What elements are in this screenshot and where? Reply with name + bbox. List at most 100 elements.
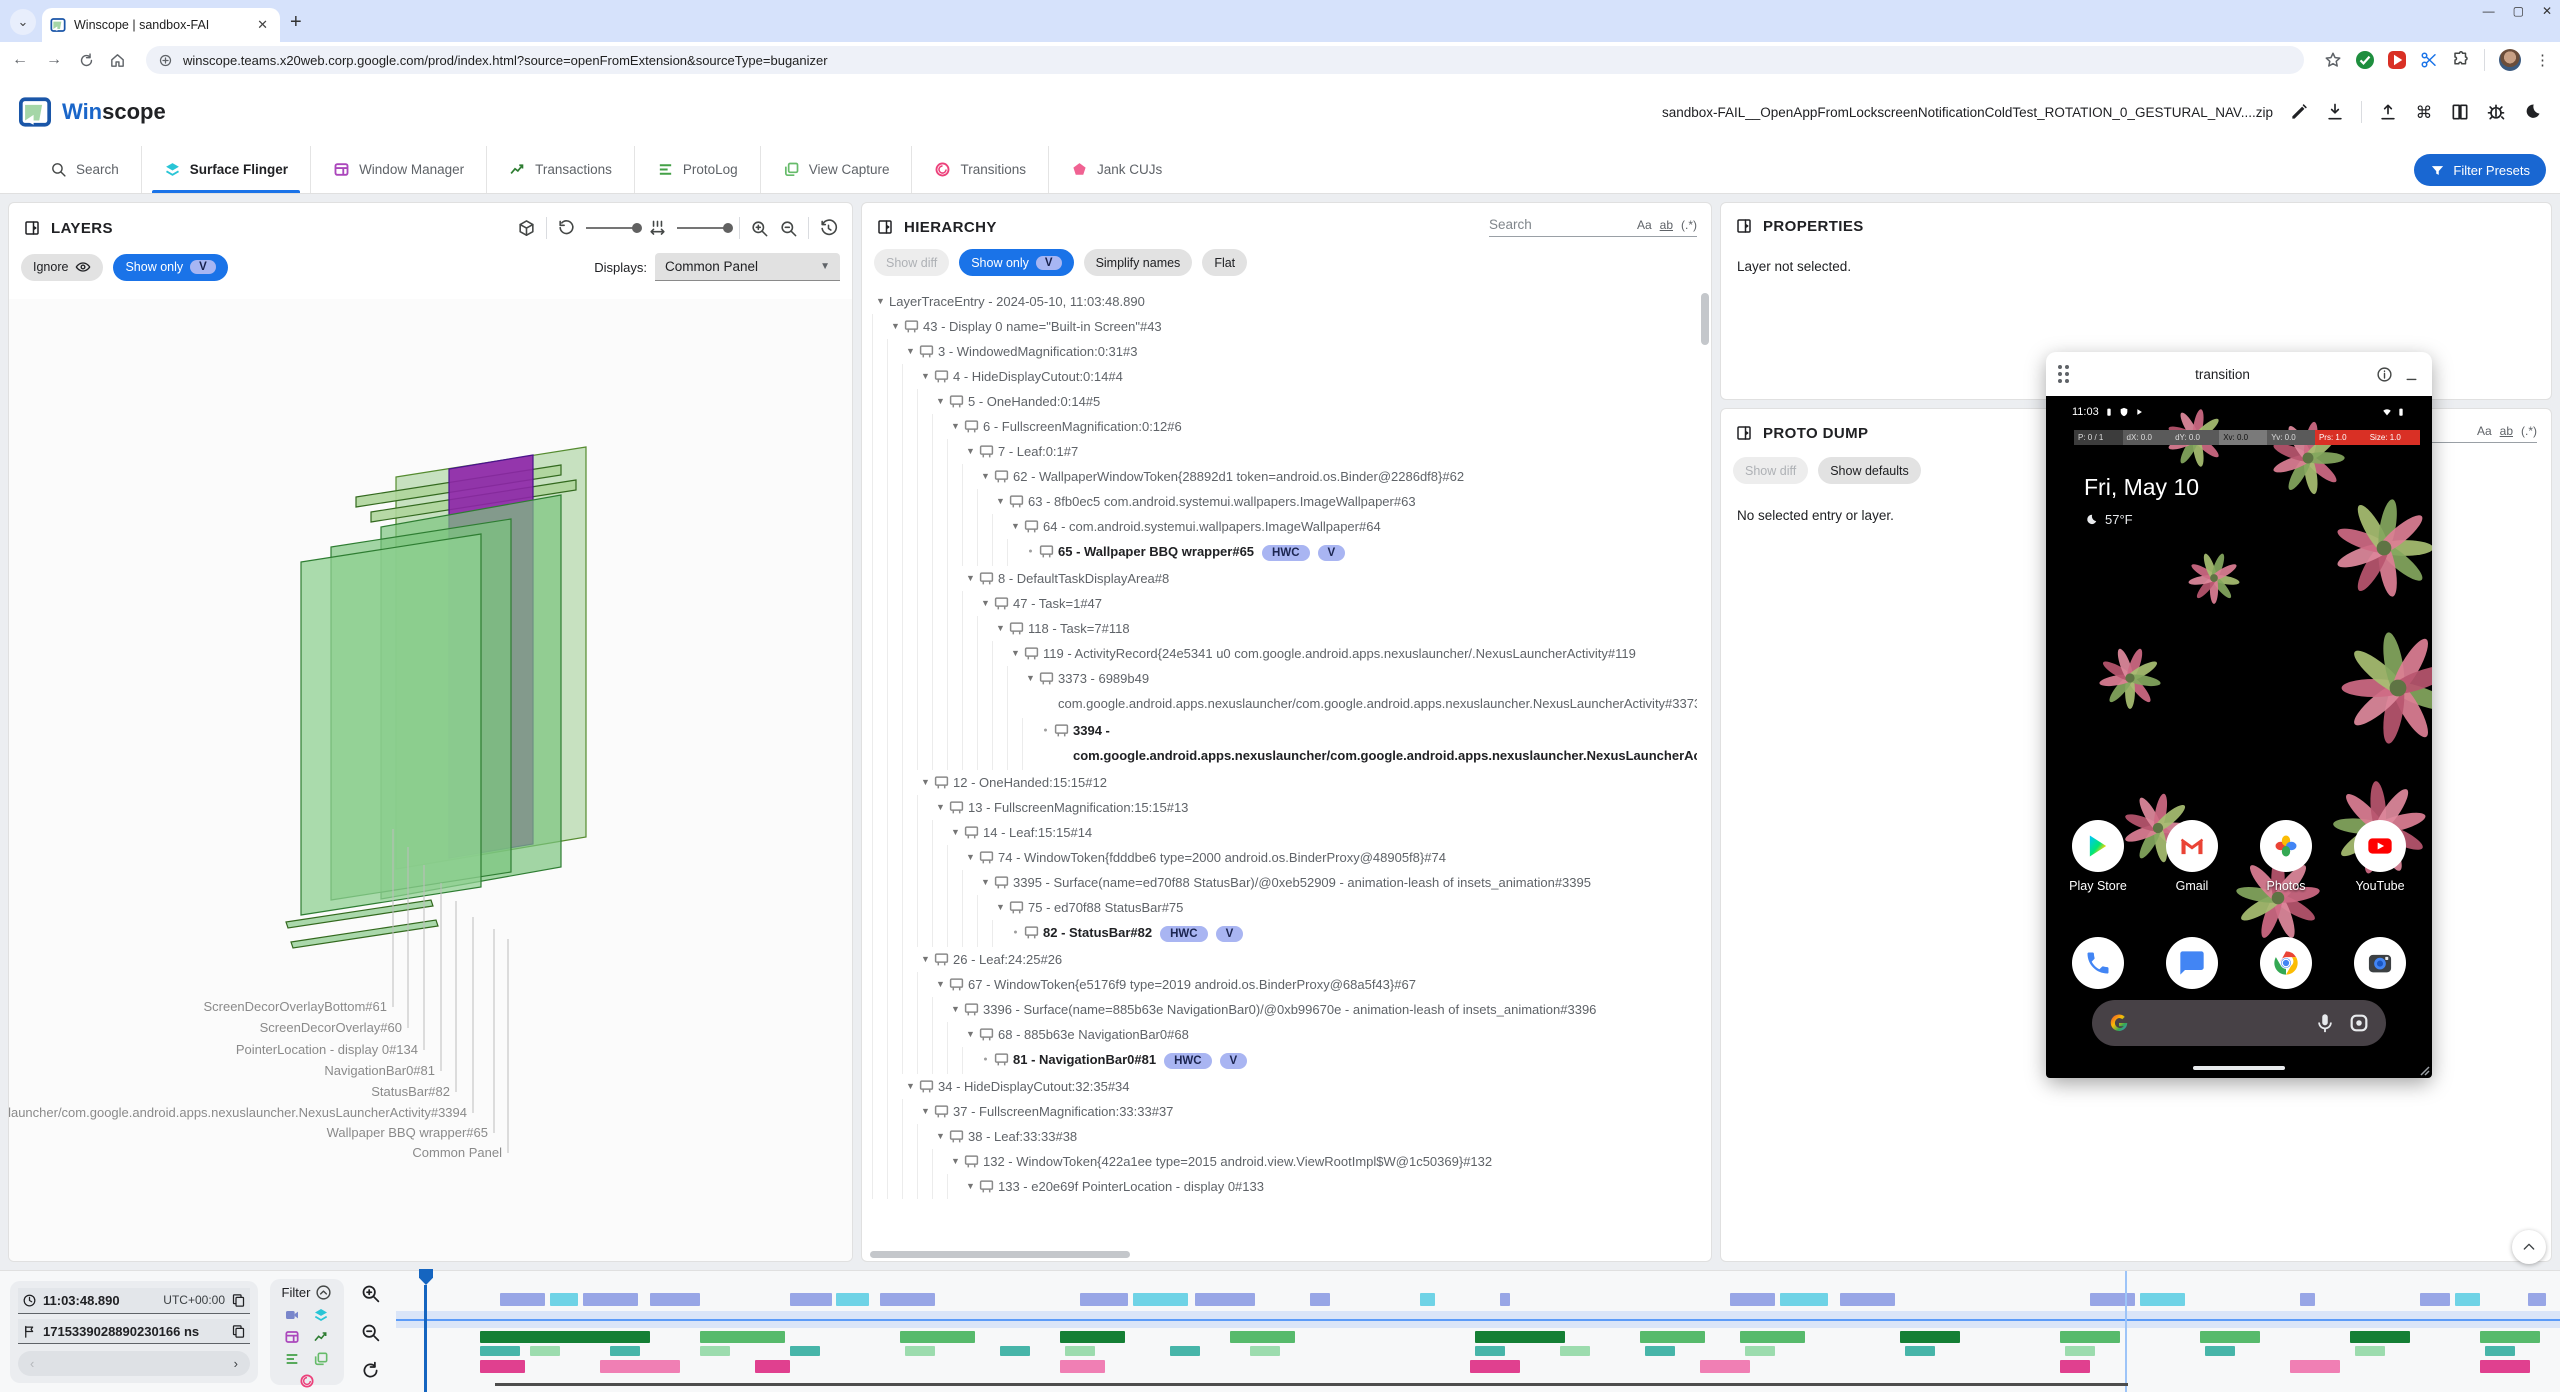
site-settings-icon[interactable] bbox=[158, 53, 173, 68]
info-icon[interactable] bbox=[2376, 366, 2393, 383]
ignore-visibility-chip[interactable]: Ignore bbox=[21, 254, 103, 281]
expand-arrow-icon[interactable]: ▼ bbox=[902, 1074, 919, 1099]
tree-node[interactable]: ▼118 - Task=7#118 bbox=[866, 616, 1697, 641]
trace-segment[interactable] bbox=[2480, 1331, 2540, 1343]
tab-window-manager[interactable]: Window Manager bbox=[310, 146, 486, 193]
trace-segment[interactable] bbox=[2200, 1331, 2260, 1343]
expand-arrow-icon[interactable]: ▼ bbox=[1022, 666, 1039, 691]
tree-node[interactable]: ▼34 - HideDisplayCutout:32:35#34 bbox=[866, 1074, 1697, 1099]
trace-segment[interactable] bbox=[610, 1346, 640, 1356]
trace-segment[interactable] bbox=[2350, 1331, 2410, 1343]
trace-segment[interactable] bbox=[1560, 1346, 1590, 1356]
timeline-reset-zoom-icon[interactable] bbox=[360, 1360, 381, 1381]
url-bar[interactable]: winscope.teams.x20web.corp.google.com/pr… bbox=[146, 46, 2304, 74]
bookmark-star-icon[interactable] bbox=[2324, 51, 2342, 69]
expand-arrow-icon[interactable]: ▼ bbox=[947, 820, 964, 845]
app-icon-photos[interactable]: Photos bbox=[2249, 820, 2323, 893]
trace-segment[interactable] bbox=[1170, 1346, 1200, 1356]
match-case-toggle[interactable]: Aa bbox=[2477, 424, 2492, 438]
trace-segment[interactable] bbox=[2455, 1293, 2480, 1306]
upload-icon[interactable] bbox=[2378, 102, 2398, 122]
expand-arrow-icon[interactable]: ▼ bbox=[962, 1022, 979, 1047]
window-minimize-button[interactable]: — bbox=[2483, 4, 2495, 18]
transition-screenshot-window[interactable]: transition 11:03 P: 0 / 1dX: 0.0dY: 0.0X… bbox=[2046, 352, 2432, 1078]
timeline-playhead[interactable] bbox=[424, 1285, 427, 1392]
next-entry-button[interactable]: › bbox=[234, 1356, 238, 1371]
tree-node[interactable]: ▼47 - Task=1#47 bbox=[866, 591, 1697, 616]
tree-node[interactable]: ▼4 - HideDisplayCutout:0:14#4 bbox=[866, 364, 1697, 389]
trace-segment[interactable] bbox=[480, 1360, 525, 1373]
trace-toggle-chart[interactable] bbox=[313, 1329, 329, 1345]
match-case-toggle[interactable]: Aa bbox=[1637, 218, 1652, 232]
trace-segment[interactable] bbox=[480, 1346, 520, 1356]
trace-toggle-wm[interactable] bbox=[284, 1329, 300, 1345]
trace-segment[interactable] bbox=[1740, 1331, 1805, 1343]
trace-segment[interactable] bbox=[1730, 1293, 1775, 1306]
tree-node[interactable]: ▼3396 - Surface(name=885b63e NavigationB… bbox=[866, 997, 1697, 1022]
trace-segment[interactable] bbox=[1230, 1331, 1295, 1343]
trace-segment[interactable] bbox=[1500, 1293, 1510, 1306]
trace-segment[interactable] bbox=[2060, 1360, 2090, 1373]
tree-node[interactable]: ▼5 - OneHanded:0:14#5 bbox=[866, 389, 1697, 414]
show-only-visible-chip[interactable]: Show only V bbox=[113, 254, 227, 281]
tree-node[interactable]: ▼74 - WindowToken{fdddbe6 type=2000 andr… bbox=[866, 845, 1697, 870]
trace-segment[interactable] bbox=[2420, 1293, 2450, 1306]
collapse-panel-icon[interactable] bbox=[1735, 217, 1753, 235]
tree-node[interactable]: ▼62 - WallpaperWindowToken{28892d1 token… bbox=[866, 464, 1697, 489]
trace-segment[interactable] bbox=[2485, 1346, 2515, 1356]
tab-jank-cujs[interactable]: Jank CUJs bbox=[1048, 146, 1184, 193]
trace-segment[interactable] bbox=[583, 1293, 638, 1306]
expand-arrow-icon[interactable]: ▼ bbox=[917, 770, 934, 795]
expand-arrow-icon[interactable]: ▼ bbox=[932, 1124, 949, 1149]
match-word-toggle[interactable]: ab bbox=[1660, 218, 1673, 232]
match-word-toggle[interactable]: ab bbox=[2500, 424, 2513, 438]
trace-segment[interactable] bbox=[1645, 1346, 1675, 1356]
playhead-handle[interactable] bbox=[419, 1269, 433, 1285]
trace-toggle-videocam[interactable] bbox=[284, 1307, 300, 1323]
book-icon[interactable] bbox=[2450, 102, 2470, 122]
expand-arrow-icon[interactable]: ▼ bbox=[962, 439, 979, 464]
back-button[interactable]: ← bbox=[10, 51, 30, 69]
trace-segment[interactable] bbox=[2090, 1293, 2135, 1306]
trace-segment[interactable] bbox=[1065, 1346, 1095, 1356]
extension-check-icon[interactable] bbox=[2356, 51, 2374, 69]
expand-arrow-icon[interactable]: ▼ bbox=[917, 1099, 934, 1124]
zoom-out-icon[interactable] bbox=[779, 219, 798, 238]
tab-transitions[interactable]: Transitions bbox=[911, 146, 1048, 193]
3d-view-icon[interactable] bbox=[517, 219, 536, 238]
trace-segment[interactable] bbox=[880, 1293, 935, 1306]
mic-icon[interactable] bbox=[2314, 1012, 2336, 1034]
tab-view-capture[interactable]: View Capture bbox=[760, 146, 912, 193]
trace-segment[interactable] bbox=[755, 1360, 790, 1373]
spacing-slider[interactable] bbox=[677, 227, 729, 229]
expand-arrow-icon[interactable]: ▼ bbox=[887, 314, 904, 339]
trace-segment[interactable] bbox=[1060, 1360, 1105, 1373]
trace-toggle-list[interactable] bbox=[284, 1351, 300, 1367]
expand-arrow-icon[interactable]: ▼ bbox=[902, 339, 919, 364]
trace-segment[interactable] bbox=[2355, 1346, 2385, 1356]
displays-dropdown[interactable]: Common Panel▼ bbox=[655, 253, 840, 281]
show-defaults-button[interactable]: Show defaults bbox=[1818, 457, 1921, 484]
expand-arrow-icon[interactable]: ▼ bbox=[932, 389, 949, 414]
browser-menu-icon[interactable]: ⋮ bbox=[2535, 51, 2550, 69]
tree-node[interactable]: ▼68 - 885b63e NavigationBar0#68 bbox=[866, 1022, 1697, 1047]
tree-node[interactable]: ▼8 - DefaultTaskDisplayArea#8 bbox=[866, 566, 1697, 591]
expand-arrow-icon[interactable]: ▼ bbox=[917, 947, 934, 972]
download-icon[interactable] bbox=[2325, 102, 2345, 122]
expand-arrow-icon[interactable]: ▼ bbox=[977, 870, 994, 895]
trace-segment[interactable] bbox=[1700, 1360, 1750, 1373]
expand-arrow-icon[interactable]: ▼ bbox=[977, 591, 994, 616]
simplify-names-button[interactable]: Simplify names bbox=[1084, 249, 1193, 276]
moon-icon[interactable] bbox=[2522, 102, 2542, 122]
app-icon-messages[interactable] bbox=[2155, 937, 2229, 989]
app-icon-chrome[interactable] bbox=[2249, 937, 2323, 989]
tab-search-button[interactable]: ⌄ bbox=[10, 9, 36, 35]
tree-node[interactable]: ●82 - StatusBar#82HWCV bbox=[866, 920, 1697, 947]
close-tab-icon[interactable]: ✕ bbox=[253, 17, 272, 33]
expand-timeline-button[interactable] bbox=[2512, 1230, 2546, 1264]
tree-node[interactable]: ▼3 - WindowedMagnification:0:31#3 bbox=[866, 339, 1697, 364]
trace-segment[interactable] bbox=[1195, 1293, 1255, 1306]
expand-arrow-icon[interactable]: ▼ bbox=[962, 845, 979, 870]
nanosecond-field[interactable]: 1715339028890230166 ns bbox=[18, 1319, 250, 1345]
regex-toggle[interactable]: (.*) bbox=[2521, 424, 2537, 438]
